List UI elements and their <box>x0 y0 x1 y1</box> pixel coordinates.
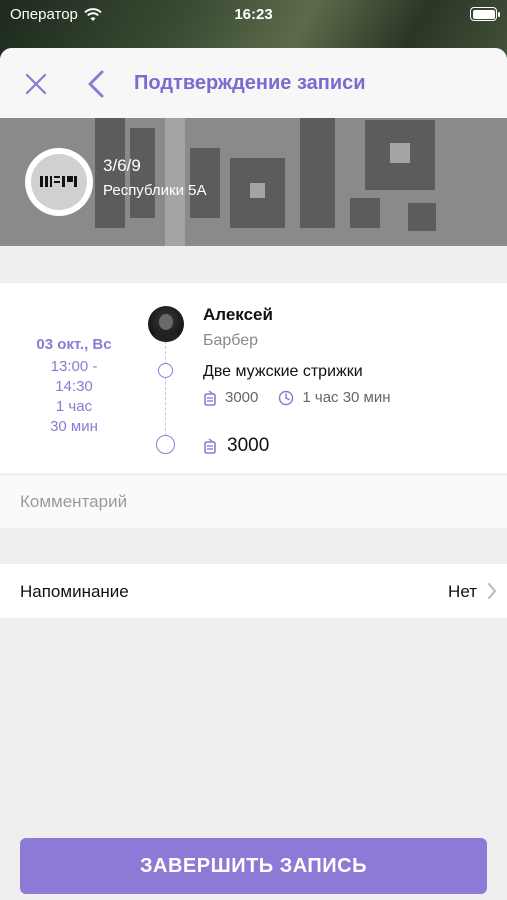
total-price-row: 3000 <box>203 435 269 457</box>
salon-logo <box>25 148 93 216</box>
reminder-row[interactable]: Напоминание Нет <box>0 564 507 618</box>
appointment-duration-minutes: 30 мин <box>50 418 98 435</box>
appointment-date: 03 окт., Вс <box>36 336 112 353</box>
service-name: Две мужские стрижки <box>203 363 363 380</box>
service-meta: 3000 1 час 30 мин <box>203 389 411 406</box>
comment-input[interactable] <box>0 476 507 528</box>
status-bar: Оператор 16:23 <box>0 0 507 30</box>
chevron-right-icon <box>488 583 496 599</box>
master-role: Барбер <box>203 332 259 349</box>
appointment-time-end: 14:30 <box>55 378 93 395</box>
service-duration: 1 час 30 мин <box>302 389 391 406</box>
timeline-total-dot <box>156 435 175 454</box>
back-arrow-icon[interactable] <box>84 68 108 100</box>
appointment-time-start: 13:00 - <box>50 358 98 375</box>
reminder-value: Нет <box>448 582 477 601</box>
master-avatar <box>148 306 184 342</box>
close-icon[interactable] <box>22 70 50 98</box>
timeline-line <box>165 341 167 441</box>
total-price: 3000 <box>227 435 270 456</box>
reminder-label: Напоминание <box>20 582 129 601</box>
booking-confirmation-sheet: Подтверждение записи 3/6/9 Республики 5А… <box>0 48 507 900</box>
master-name: Алексей <box>203 305 273 324</box>
complete-booking-button[interactable]: ЗАВЕРШИТЬ ЗАПИСЬ <box>20 838 487 894</box>
clock-icon <box>279 390 294 405</box>
appointment-card: 03 окт., Вс 13:00 - 14:30 1 час 30 мин А… <box>0 283 507 473</box>
service-price: 3000 <box>225 389 259 406</box>
navigation-bar: Подтверждение записи <box>0 48 507 118</box>
price-tag-icon <box>204 438 216 454</box>
salon-address: Республики 5А <box>103 182 207 199</box>
comment-row <box>0 476 507 528</box>
salon-name: 3/6/9 <box>103 156 141 175</box>
page-title: Подтверждение записи <box>134 72 366 94</box>
appointment-duration-hours: 1 час <box>55 398 93 415</box>
status-time: 16:23 <box>234 6 273 23</box>
battery-icon <box>470 7 500 21</box>
salon-banner: 3/6/9 Республики 5А <box>0 118 507 246</box>
price-tag-icon <box>204 389 216 406</box>
appointment-datetime: 03 окт., Вс 13:00 - 14:30 1 час 30 мин <box>20 335 128 437</box>
timeline-service-dot <box>158 363 173 378</box>
salon-logo-icon <box>40 176 77 187</box>
